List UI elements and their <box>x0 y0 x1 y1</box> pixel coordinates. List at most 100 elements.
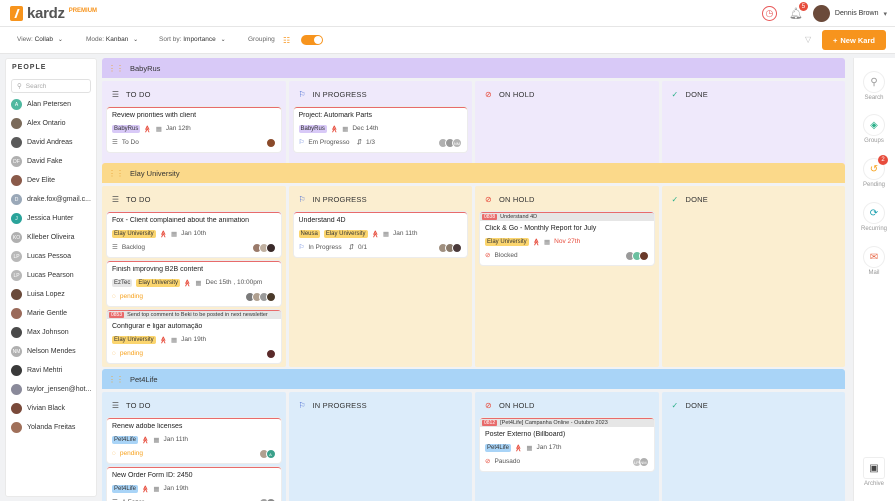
subtasks-icon: ⇵ <box>356 139 362 146</box>
avatar: LP <box>11 270 22 281</box>
kard[interactable]: New Order Form ID: 2450 Pet4Life ≫ ▦ Jan 19t… <box>107 467 281 501</box>
kard-meta: Pet4Life ≫ ▦ Jan 17th <box>485 442 649 453</box>
person-item[interactable]: A Alan Petersen <box>6 95 96 114</box>
avatar <box>11 327 22 338</box>
tag-badge[interactable]: Elay University <box>485 237 529 246</box>
kard[interactable]: Fox - Client complained about the animat… <box>107 212 281 257</box>
sort-selector[interactable]: Sort by: Importance ⌄ <box>159 36 226 43</box>
status-icon: ◌ <box>112 449 116 457</box>
kard[interactable]: Finish improving B2B content EzTec Elay Un… <box>107 261 281 306</box>
group-header[interactable]: ⋮⋮ BabyRus <box>102 58 845 78</box>
archive-nav[interactable]: ▣ Archive <box>854 458 894 487</box>
avatar[interactable] <box>265 349 276 359</box>
person-item[interactable]: J Jessica Hunter <box>6 209 96 228</box>
avatar[interactable]: NM <box>452 138 462 148</box>
tag-badge[interactable]: EzTec <box>112 278 133 287</box>
kard[interactable]: 0853 Send top comment to Beki to be poste… <box>107 310 281 363</box>
column-header: ✓ DONE <box>662 392 846 418</box>
avatar <box>11 365 22 376</box>
person-name: Klleber Oliveira <box>27 234 75 241</box>
tag-badge[interactable]: Elay University <box>112 229 156 238</box>
notifications-button[interactable]: 🔔︎ 5 <box>789 2 808 20</box>
avatar[interactable]: NM <box>638 457 649 467</box>
person-item[interactable]: LP Lucas Pessoa <box>6 247 96 266</box>
person-item[interactable]: Alex Ontario <box>6 114 96 133</box>
parent-reference[interactable]: 0838 Understand 4D <box>480 213 654 221</box>
recurring-nav[interactable]: ⟳ Recurring <box>854 203 894 232</box>
groups-nav[interactable]: ◈ Groups <box>854 115 894 144</box>
column-title: IN PROGRESS <box>312 89 367 99</box>
user-name[interactable]: Dennis Brown <box>835 10 879 17</box>
mail-nav[interactable]: ✉ Mail <box>854 247 894 276</box>
search-nav[interactable]: ⚲ Search <box>854 72 894 101</box>
tag-badge[interactable]: Elay University <box>323 229 368 238</box>
kard-title: Poster Externo (Billboard) <box>485 431 566 438</box>
user-avatar[interactable] <box>812 5 830 22</box>
person-item[interactable]: Yolanda Freitas <box>6 418 96 437</box>
parent-reference[interactable]: 0812 [Pet4Life] Campanha Online - Outubro… <box>480 419 654 427</box>
kard[interactable]: Project: Automark Parts BabyRus ≫ ▦ Dec 14th… <box>293 107 467 152</box>
kard-meta: BabyRus ≫ ▦ Jan 12th <box>112 123 276 134</box>
people-search-input[interactable]: ⚲ Search <box>11 79 91 93</box>
new-kard-button[interactable]: + New Kard <box>822 30 886 50</box>
avatar: NM <box>11 346 22 357</box>
column-on-hold: ⊘ ON HOLD <box>475 81 659 166</box>
person-item[interactable]: Ddrake.fox@gmail.c... <box>6 190 96 209</box>
avatar[interactable]: A <box>265 449 276 459</box>
kard-title: Renew adobe licenses <box>112 423 183 430</box>
person-item[interactable]: KO Klleber Oliveira <box>6 228 96 247</box>
timer-icon[interactable]: ◷ <box>761 6 777 21</box>
person-item[interactable]: NM Nelson Mendes <box>6 342 96 361</box>
kard[interactable]: Understand 4D Neusa Elay University ≫ ▦ Jan 1… <box>293 212 467 257</box>
person-item[interactable]: Max Johnson <box>6 323 96 342</box>
kard[interactable]: Renew adobe licenses Pet4Life ≫ ▦ Jan 11th ◌ p… <box>107 418 281 463</box>
kard[interactable]: 0838 Understand 4D Click & Go - Monthly Re… <box>480 212 654 265</box>
mail-icon: ✉ <box>864 247 884 267</box>
tag-badge[interactable]: Elay University <box>112 335 156 344</box>
kard-status: ⊘ Pausado <box>485 456 649 466</box>
person-item[interactable]: Marie Gentle <box>6 304 96 323</box>
drag-handle-icon[interactable]: ⋮⋮ <box>108 169 124 178</box>
tag-badge[interactable]: Elay University <box>136 278 181 287</box>
avatar[interactable] <box>265 138 276 148</box>
column-title: ON HOLD <box>499 89 535 99</box>
assignee-avatars <box>438 243 462 253</box>
filter-icon[interactable]: ▽ <box>805 35 811 44</box>
group-header[interactable]: ⋮⋮ Pet4Life <box>102 369 845 389</box>
parent-reference[interactable]: 0853 Send top comment to Beki to be poste… <box>107 311 281 319</box>
tag-badge[interactable]: Pet4Life <box>112 435 139 444</box>
tag-badge[interactable]: BabyRus <box>298 124 327 133</box>
view-selector[interactable]: View: Collab ⌄ <box>17 36 63 43</box>
person-item[interactable]: David Andreas <box>6 133 96 152</box>
drag-handle-icon[interactable]: ⋮⋮ <box>108 375 124 384</box>
tag-badge[interactable]: Pet4Life <box>485 443 512 452</box>
person-item[interactable]: taylor_jensen@hot... <box>6 380 96 399</box>
chevron-down-icon[interactable]: ▾ <box>883 10 887 18</box>
person-item[interactable]: LP Lucas Pearson <box>6 266 96 285</box>
group-header[interactable]: ⋮⋮ Elay University <box>102 163 845 183</box>
person-item[interactable]: Vivian Black <box>6 399 96 418</box>
recurring-icon: ⟳ <box>864 203 884 223</box>
person-item[interactable]: Ravi Mehtri <box>6 361 96 380</box>
avatar[interactable] <box>452 243 462 253</box>
app-logo[interactable]: kardz PREMIUM <box>10 5 97 22</box>
pending-nav[interactable]: ↺ 2 Pending <box>854 155 894 188</box>
drag-handle-icon[interactable]: ⋮⋮ <box>108 64 124 73</box>
tag-badge[interactable]: Neusa <box>298 229 320 238</box>
mode-selector[interactable]: Mode: Kanban ⌄ <box>86 36 138 43</box>
avatar[interactable] <box>265 292 276 302</box>
person-item[interactable]: Dev Elite <box>6 171 96 190</box>
tag-badge[interactable]: BabyRus <box>112 124 141 133</box>
person-item[interactable]: Luisa Lopez <box>6 285 96 304</box>
grouping-toggle[interactable] <box>301 35 323 45</box>
logo-text: kardz <box>27 5 65 22</box>
search-icon: ⚲ <box>864 72 884 92</box>
kard[interactable]: Review priorities with client BabyRus ≫ ▦ Ja… <box>107 107 281 152</box>
kard[interactable]: 0812 [Pet4Life] Campanha Online - Outubro… <box>480 418 654 471</box>
person-name: David Andreas <box>27 139 73 146</box>
avatar[interactable] <box>265 243 276 253</box>
tag-badge[interactable]: Pet4Life <box>112 484 139 493</box>
person-item[interactable]: DF David Fake <box>6 152 96 171</box>
chevron-down-icon: ⌄ <box>133 37 139 43</box>
avatar[interactable] <box>638 251 649 261</box>
